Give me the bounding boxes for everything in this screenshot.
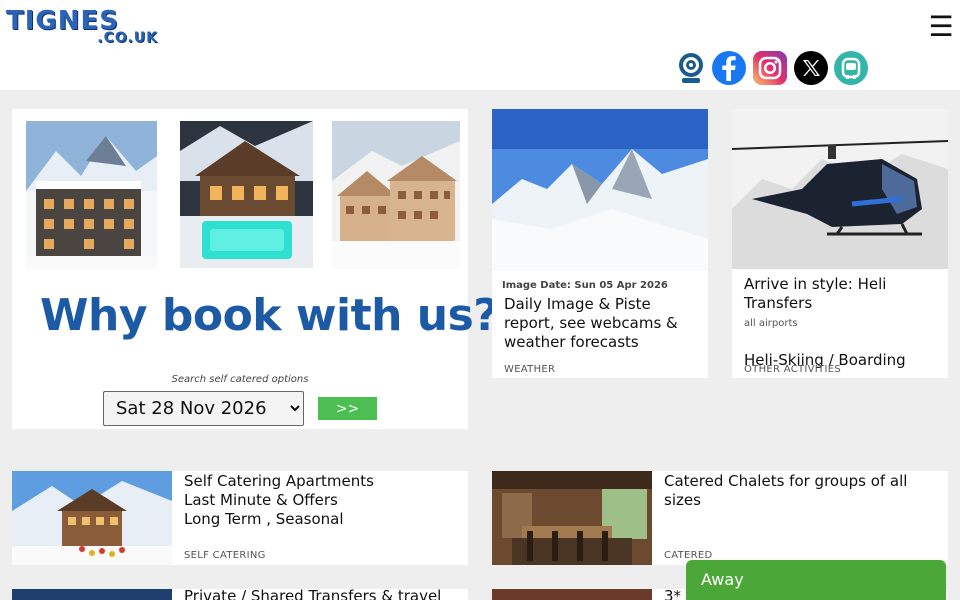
heli-title: Arrive in style: Heli Transfers (744, 275, 887, 312)
self-catering-line-1: Self Catering Apartments (184, 472, 374, 490)
hotel-image (492, 589, 652, 600)
transfers-card[interactable]: Private / Shared Transfers & travel (12, 589, 468, 600)
site-logo[interactable]: TIGNES .CO.UK (6, 6, 158, 46)
facebook-icon[interactable] (712, 51, 746, 85)
search-caption: Search self catered options (171, 374, 309, 385)
transfers-image (12, 589, 172, 600)
hotel-exterior-image[interactable] (26, 121, 157, 270)
logo-sub-text: .CO.UK (97, 30, 158, 46)
tripadvisor-icon[interactable] (834, 51, 868, 85)
x-icon[interactable] (794, 51, 828, 85)
heli-sub: all airports (744, 318, 798, 329)
residence-snow-image[interactable] (332, 121, 460, 269)
search-go-button[interactable]: >> (318, 397, 377, 420)
heli-category: OTHER ACTIVITIES (744, 364, 841, 375)
helicopter-image (732, 109, 948, 269)
instagram-icon[interactable] (753, 51, 787, 85)
self-catering-image (12, 471, 172, 565)
self-catering-line-2: Last Minute & Offers (184, 491, 338, 509)
webcam-icon[interactable] (674, 51, 708, 85)
chalet-pool-image[interactable] (180, 121, 313, 268)
self-catering-card[interactable]: Self Catering Apartments Last Minute & O… (12, 471, 468, 565)
piste-image (492, 109, 708, 271)
date-select[interactable]: Sat 28 Nov 2026 (103, 391, 304, 426)
weather-title: Daily Image & Piste report, see webcams … (504, 295, 678, 351)
weather-category: WEATHER (504, 364, 556, 375)
catered-card[interactable]: Catered Chalets for groups of all sizes … (492, 471, 948, 565)
menu-icon[interactable]: ☰ (924, 12, 958, 42)
chat-status-label: Away (701, 570, 744, 589)
self-catering-category: SELF CATERING (184, 550, 266, 561)
chat-status-widget[interactable]: Away (686, 560, 946, 600)
why-book-heading: Why book with us? (40, 290, 499, 341)
self-catering-line-3: Long Term , Seasonal (184, 510, 344, 528)
site-header: TIGNES .CO.UK ☰ (0, 0, 960, 90)
catered-chalet-image (492, 471, 652, 565)
transfers-title: Private / Shared Transfers & travel (184, 589, 442, 600)
image-date: Image Date: Sun 05 Apr 2026 (502, 280, 668, 291)
heli-card[interactable]: Arrive in style: Heli Transfers all airp… (732, 109, 948, 378)
weather-card[interactable]: Image Date: Sun 05 Apr 2026 Daily Image … (492, 109, 708, 378)
catered-title: Catered Chalets for groups of all sizes (664, 472, 908, 509)
